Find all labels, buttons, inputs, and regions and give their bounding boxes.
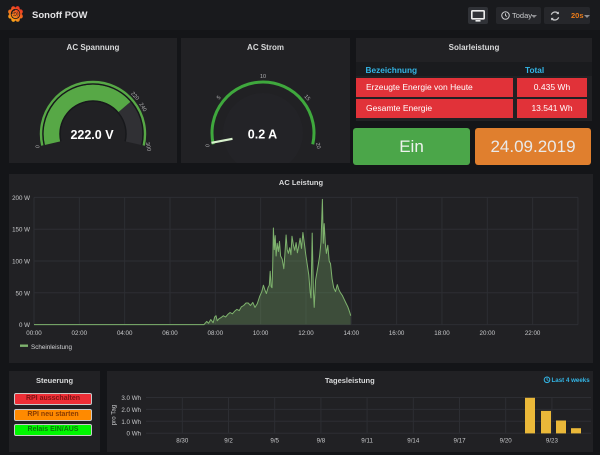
svg-text:1.0 Wh: 1.0 Wh — [121, 419, 141, 426]
svg-text:9/5: 9/5 — [270, 438, 279, 445]
svg-text:9/14: 9/14 — [407, 438, 420, 445]
svg-text:9/20: 9/20 — [500, 438, 513, 445]
svg-text:8/30: 8/30 — [176, 438, 189, 445]
svg-text:9/11: 9/11 — [361, 438, 373, 445]
svg-text:Last 4 weeks: Last 4 weeks — [552, 377, 591, 384]
svg-text:9/17: 9/17 — [453, 438, 466, 445]
svg-text:3.0 Wh: 3.0 Wh — [121, 395, 141, 402]
svg-text:9/2: 9/2 — [224, 438, 233, 445]
svg-text:0 Wh: 0 Wh — [127, 431, 142, 438]
svg-text:2.0 Wh: 2.0 Wh — [121, 407, 141, 414]
svg-text:pro Tag: pro Tag — [111, 404, 118, 425]
svg-text:9/8: 9/8 — [317, 438, 326, 445]
svg-text:9/23: 9/23 — [546, 438, 559, 445]
